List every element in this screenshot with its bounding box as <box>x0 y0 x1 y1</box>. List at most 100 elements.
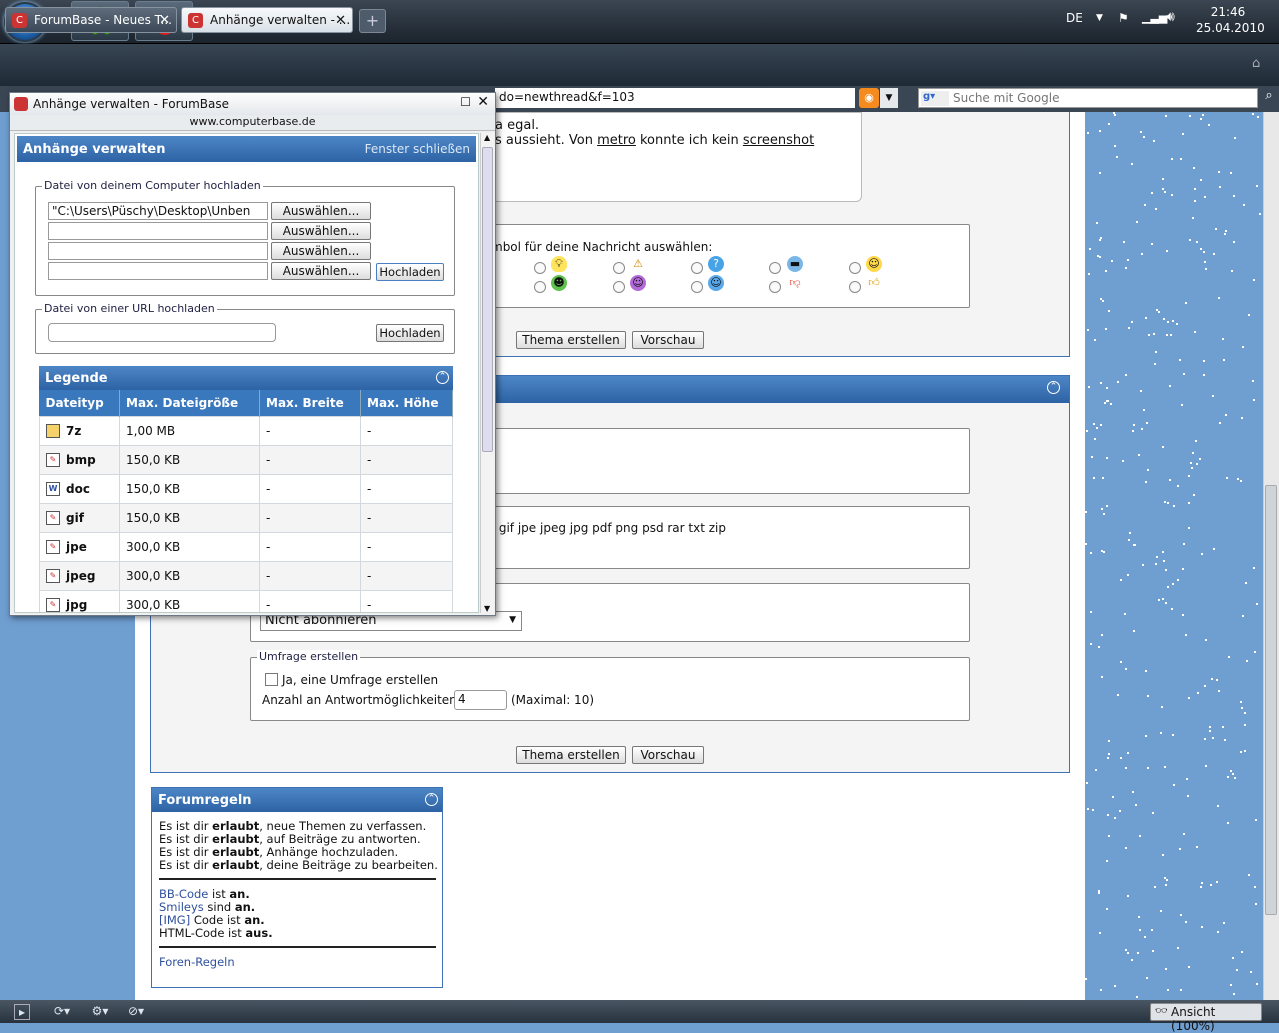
snow-speck <box>1208 124 1210 126</box>
tab-forumbase-new-thread[interactable]: C ForumBase - Neues T... ✕ <box>5 7 177 33</box>
snow-speck <box>1151 192 1153 194</box>
refresh-icon[interactable]: ⟳▾ <box>48 1004 76 1020</box>
action-center-flag-icon[interactable]: ⚑ <box>1118 11 1129 25</box>
snow-speck <box>1177 485 1179 487</box>
snow-speck <box>1166 250 1168 252</box>
snow-speck <box>1162 446 1164 448</box>
file-path-input[interactable] <box>48 222 268 240</box>
rss-feed-icon[interactable]: ◉ <box>859 88 879 108</box>
rule-text: ist <box>208 887 230 901</box>
create-thread-button[interactable]: Thema erstellen <box>516 331 626 349</box>
post-icon-radio[interactable] <box>613 281 625 293</box>
poll-options-input[interactable]: 4 <box>454 690 507 710</box>
snow-speck <box>1146 977 1148 979</box>
post-icon-radio[interactable] <box>691 281 703 293</box>
post-icon-radio[interactable] <box>849 262 861 274</box>
snow-speck <box>1138 454 1140 456</box>
popup-scrollbar[interactable]: ▲ ▼ <box>480 133 494 613</box>
max-height: - <box>360 474 453 504</box>
file-path-input[interactable]: "C:\Users\Püschy\Desktop\Unben <box>48 202 268 220</box>
snow-speck <box>1204 685 1206 687</box>
post-icon-radio[interactable] <box>769 281 781 293</box>
close-icon[interactable]: ✕ <box>477 94 489 110</box>
snow-speck <box>1160 732 1162 734</box>
status-icon[interactable]: ⊘▾ <box>122 1004 150 1020</box>
network-signal-icon[interactable]: ▁▃▅ <box>1142 11 1167 24</box>
snow-speck <box>1211 678 1213 680</box>
browse-button[interactable]: Auswählen... <box>271 242 371 260</box>
post-icon-radio[interactable] <box>849 281 861 293</box>
zoom-control[interactable]: 👓︎ Ansicht (100%) <box>1150 1003 1262 1033</box>
snow-speck <box>1171 608 1173 610</box>
turbo-icon[interactable]: ⚙▾ <box>86 1004 114 1020</box>
panel-toggle-icon[interactable]: ▸ <box>14 1004 30 1020</box>
snow-speck <box>1114 817 1116 819</box>
forum-rules-box: Forumregeln ⌃ Es ist dir erlaubt, neue T… <box>151 787 443 988</box>
google-search-engine-icon[interactable]: g▾ <box>921 91 949 106</box>
snow-speck <box>1167 989 1169 991</box>
attachments-fieldset: : gif jpe jpeg jpg pdf png psd rar txt z… <box>470 506 970 569</box>
post-icon-radio[interactable] <box>613 262 625 274</box>
volume-icon[interactable]: 🔊︎ <box>1166 9 1175 25</box>
page-scrollbar-thumb[interactable] <box>1265 485 1277 915</box>
file-path-input[interactable] <box>48 262 268 280</box>
forum-rules-header: Forumregeln <box>152 788 442 812</box>
new-tab-button[interactable]: + <box>359 9 386 33</box>
smileys-link[interactable]: Smileys <box>159 900 204 914</box>
collapse-icon[interactable]: ⌃ <box>436 371 449 384</box>
question-smiley-icon: ? <box>708 256 724 272</box>
message-textarea[interactable]: a egal. s aussieht. Von metro konnte ich… <box>470 112 862 202</box>
create-thread-button-bottom[interactable]: Thema erstellen <box>516 746 626 764</box>
close-tab-icon[interactable]: ✕ <box>335 13 346 28</box>
post-icon-radio[interactable] <box>534 281 546 293</box>
close-window-link[interactable]: Fenster schließen <box>365 142 470 156</box>
popup-title-bar[interactable]: Anhänge verwalten - ForumBase ☐ ✕ <box>10 93 495 115</box>
address-dropdown-icon[interactable]: ▼ <box>880 88 898 108</box>
browse-button[interactable]: Auswählen... <box>271 262 371 280</box>
url-input[interactable] <box>48 323 276 342</box>
browse-button[interactable]: Auswählen... <box>271 202 371 220</box>
chevron-down-icon: ▼ <box>509 615 516 625</box>
forum-rules-link[interactable]: Foren-Regeln <box>159 955 235 969</box>
bbcode-link[interactable]: BB-Code <box>159 887 208 901</box>
file-path-input[interactable] <box>48 242 268 260</box>
collapse-icon[interactable]: ⌃ <box>425 793 438 806</box>
tab-manage-attachments[interactable]: C Anhänge verwalten - ... ✕ <box>181 7 353 33</box>
snow-speck <box>1154 363 1156 365</box>
snow-speck <box>1230 770 1232 772</box>
scroll-up-icon[interactable]: ▲ <box>484 133 490 142</box>
snow-speck <box>1144 936 1146 938</box>
taskbar-clock[interactable]: 21:46 25.04.2010 <box>1196 4 1265 36</box>
search-icon[interactable]: ⌕ <box>1259 88 1279 108</box>
collapse-icon[interactable]: ⌃ <box>1047 381 1060 394</box>
browse-button[interactable]: Auswählen... <box>271 222 371 240</box>
post-icon-radio[interactable] <box>691 262 703 274</box>
upload-url-button[interactable]: Hochladen <box>376 324 444 342</box>
post-icon-radio[interactable] <box>769 262 781 274</box>
snow-speck <box>1103 513 1105 515</box>
maximize-icon[interactable]: ☐ <box>460 95 471 109</box>
close-tab-icon[interactable]: ✕ <box>159 13 170 28</box>
permission-state: erlaubt <box>212 832 260 846</box>
snow-speck <box>1200 886 1202 888</box>
post-icon-radio[interactable] <box>534 262 546 274</box>
snow-speck <box>1194 200 1196 202</box>
trash-icon[interactable]: ⌂ <box>1252 56 1260 71</box>
img-code-link[interactable]: [IMG] <box>159 913 190 927</box>
popup-scrollbar-thumb[interactable] <box>482 147 493 452</box>
search-box[interactable]: g▾ <box>918 88 1258 108</box>
snow-speck <box>1185 921 1187 923</box>
create-poll-checkbox[interactable] <box>265 673 278 686</box>
poll-fieldset: Umfrage erstellen <box>250 650 970 721</box>
snow-speck <box>1096 222 1098 224</box>
preview-button[interactable]: Vorschau <box>632 331 704 349</box>
scroll-down-icon[interactable]: ▼ <box>484 604 490 613</box>
language-indicator[interactable]: DE <box>1066 11 1083 25</box>
preview-button-bottom[interactable]: Vorschau <box>632 746 704 764</box>
search-input[interactable] <box>953 90 1253 106</box>
address-field[interactable]: do=newthread&f=103 <box>495 88 855 108</box>
rule-text: sind <box>203 900 235 914</box>
tray-expand-icon[interactable]: ▼ <box>1096 13 1103 23</box>
upload-button[interactable]: Hochladen <box>376 263 444 281</box>
snow-speck <box>1127 752 1129 754</box>
